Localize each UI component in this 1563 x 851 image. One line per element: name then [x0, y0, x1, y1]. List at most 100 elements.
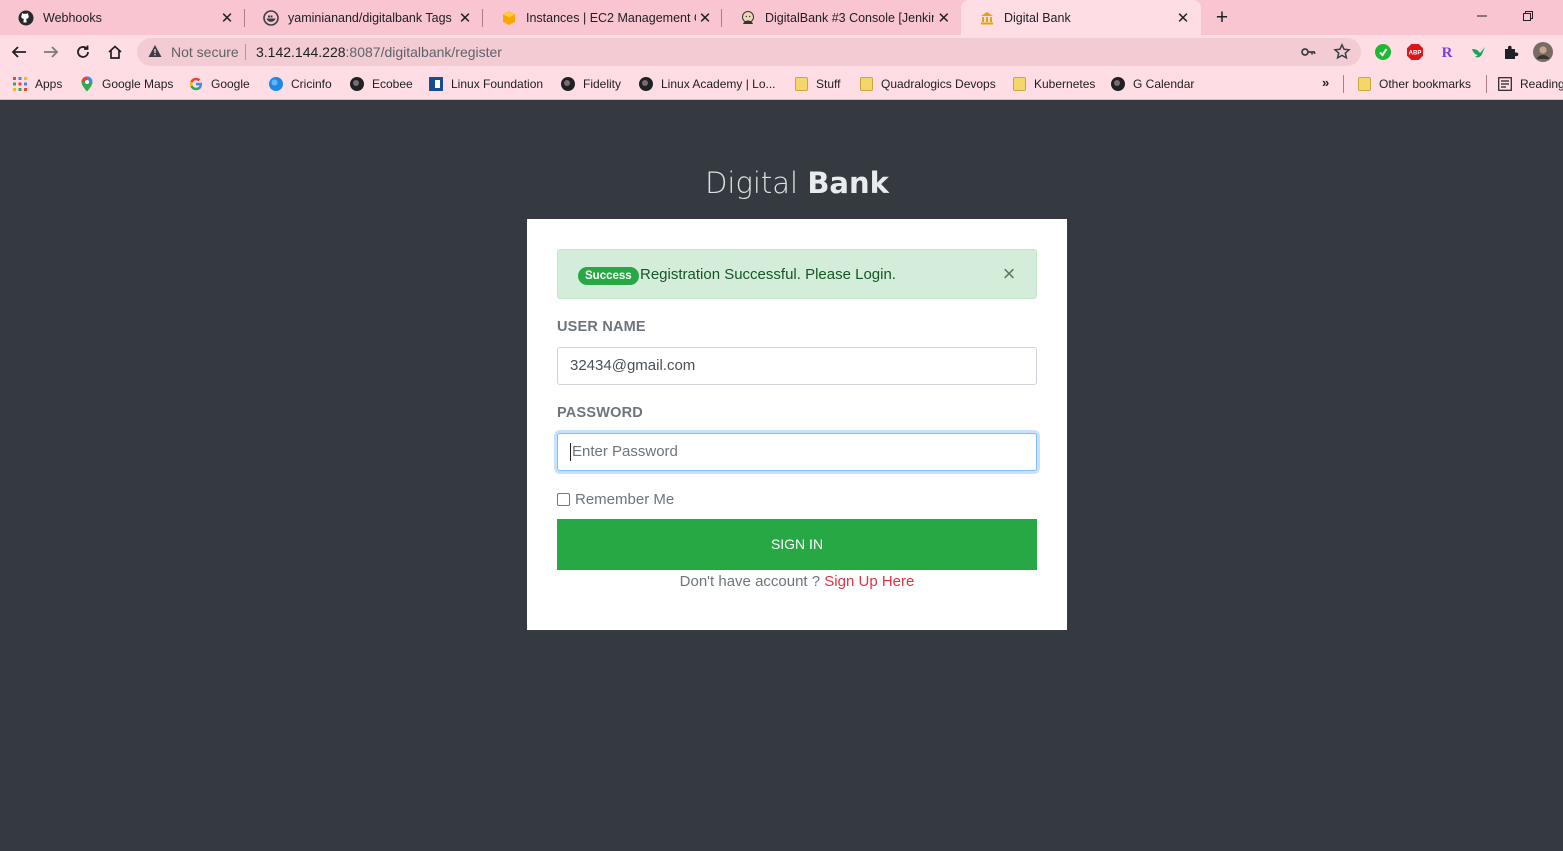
- password-label: PASSWORD: [557, 405, 643, 421]
- username-field[interactable]: 32434@gmail.com: [557, 347, 1037, 385]
- hummingbird-extension-icon[interactable]: [1470, 43, 1488, 61]
- sign-in-button[interactable]: SIGN IN: [557, 519, 1037, 570]
- alert-message: Registration Successful. Please Login.: [640, 266, 896, 283]
- page-title: Digital Bank: [527, 166, 1067, 200]
- password-placeholder: Enter Password: [572, 443, 678, 460]
- r-extension-icon[interactable]: R: [1438, 43, 1456, 61]
- bookmark-folder-kubernetes[interactable]: Kubernetes: [1011, 75, 1095, 93]
- bookmark-label: Ecobee: [372, 77, 413, 91]
- remember-me-label: Remember Me: [575, 491, 675, 508]
- google-icon: [188, 76, 204, 92]
- bookmark-label: Apps: [35, 77, 63, 91]
- alert-close-icon[interactable]: ×: [999, 263, 1019, 285]
- bookmark-g-calendar[interactable]: G Calendar: [1110, 75, 1194, 93]
- bookmark-label: Google Maps: [102, 77, 174, 91]
- svg-text:R: R: [1442, 45, 1453, 61]
- bookmark-label: Cricinfo: [291, 77, 332, 91]
- bookmark-google-maps[interactable]: Google Maps: [79, 75, 173, 93]
- key-icon[interactable]: [1300, 44, 1316, 65]
- url-host: 3.142.144.228: [256, 44, 346, 60]
- aws-icon: [501, 10, 517, 26]
- reading-list-button[interactable]: Reading: [1497, 75, 1563, 93]
- tab-jenkins-console[interactable]: DigitalBank #3 Console [Jenkins] ✕: [722, 0, 961, 35]
- close-tab-icon[interactable]: ✕: [934, 8, 953, 28]
- restore-icon[interactable]: [1505, 3, 1551, 29]
- tab-title: Digital Bank: [1004, 10, 1071, 25]
- tab-docker-tags[interactable]: yaminianand/digitalbank Tags ✕: [245, 0, 483, 35]
- forward-icon[interactable]: [38, 39, 64, 65]
- password-field[interactable]: Enter Password: [557, 433, 1037, 471]
- cricinfo-icon: [268, 76, 284, 92]
- bookmark-google[interactable]: Google: [188, 75, 250, 93]
- docker-hub-icon: [263, 9, 279, 26]
- minimize-icon[interactable]: [1459, 3, 1505, 29]
- bookmark-label: Reading: [1520, 77, 1563, 91]
- bookmarks-overflow-button[interactable]: »: [1322, 75, 1329, 90]
- linux-foundation-icon: [428, 76, 444, 92]
- bookmark-label: Quadralogics Devops: [881, 77, 996, 91]
- digital-bank-icon: [979, 10, 995, 26]
- bookmark-linux-foundation[interactable]: Linux Foundation: [428, 75, 543, 93]
- bookmark-star-icon[interactable]: [1333, 43, 1351, 66]
- folder-icon: [1356, 76, 1372, 92]
- bookmark-apps[interactable]: Apps: [12, 75, 62, 93]
- sign-up-link[interactable]: Sign Up Here: [824, 573, 914, 590]
- tab-strip: Webhooks ✕ yaminianand/digitalbank Tags …: [0, 0, 1563, 35]
- bookmark-label: Other bookmarks: [1379, 77, 1472, 91]
- bookmark-label: Linux Academy | Lo...: [661, 77, 776, 91]
- tab-webhooks[interactable]: Webhooks ✕: [0, 0, 245, 35]
- signup-prompt: Don't have account ?: [679, 573, 821, 590]
- bookmark-label: Linux Foundation: [451, 77, 544, 91]
- bookmark-cricinfo[interactable]: Cricinfo: [268, 75, 332, 93]
- warning-icon[interactable]: [148, 44, 162, 63]
- bookmark-folder-quadralogics[interactable]: Quadralogics Devops: [858, 75, 996, 93]
- close-tab-icon[interactable]: ✕: [217, 8, 237, 28]
- new-tab-button[interactable]: +: [1209, 5, 1235, 31]
- bookmark-fidelity[interactable]: Fidelity: [560, 75, 621, 93]
- globe-icon: [638, 76, 654, 92]
- reload-icon[interactable]: [70, 39, 96, 65]
- bookmark-label: Kubernetes: [1034, 77, 1096, 91]
- globe-icon: [349, 76, 365, 92]
- adblock-plus-icon[interactable]: ABP: [1406, 43, 1424, 61]
- bookmark-label: Stuff: [816, 77, 841, 91]
- extensions-puzzle-icon[interactable]: [1502, 43, 1520, 61]
- apps-grid-icon: [12, 76, 28, 92]
- security-label[interactable]: Not secure: [171, 44, 239, 60]
- home-icon[interactable]: [102, 39, 128, 65]
- folder-icon: [793, 76, 809, 92]
- tab-ec2-instances[interactable]: Instances | EC2 Management Con ✕: [483, 0, 722, 35]
- brand-light: Digital: [705, 166, 799, 200]
- bookmark-label: Google: [211, 77, 250, 91]
- bookmark-folder-stuff[interactable]: Stuff: [793, 75, 840, 93]
- url-path: :8087/digitalbank/register: [345, 44, 502, 60]
- tab-title: Instances | EC2 Management Con: [526, 10, 696, 25]
- address-bar[interactable]: Not secure 3.142.144.228:8087/digitalban…: [137, 38, 1361, 66]
- remember-me-checkbox[interactable]: [557, 493, 570, 506]
- close-tab-icon[interactable]: ✕: [1173, 8, 1193, 28]
- reading-list-icon: [1497, 76, 1513, 92]
- success-alert: Success Registration Successful. Please …: [557, 249, 1037, 299]
- tab-digital-bank[interactable]: Digital Bank ✕: [961, 0, 1201, 35]
- folder-icon: [858, 76, 874, 92]
- bookmark-linux-academy[interactable]: Linux Academy | Lo...: [638, 75, 776, 93]
- url-text[interactable]: 3.142.144.228:8087/digitalbank/register: [256, 44, 502, 60]
- globe-icon: [1110, 76, 1126, 92]
- remember-me[interactable]: Remember Me: [557, 491, 674, 508]
- green-extension-icon[interactable]: [1374, 43, 1392, 61]
- brand-bold: Bank: [807, 166, 889, 200]
- close-tab-icon[interactable]: ✕: [455, 8, 475, 28]
- bookmarks-bar: Apps Google Maps Google Cricinfo Ecobee …: [0, 68, 1563, 100]
- close-tab-icon[interactable]: ✕: [696, 8, 714, 28]
- bookmark-ecobee[interactable]: Ecobee: [349, 75, 413, 93]
- bookmark-label: Fidelity: [583, 77, 622, 91]
- profile-avatar[interactable]: [1533, 42, 1553, 62]
- bookmark-other-bookmarks[interactable]: Other bookmarks: [1356, 75, 1471, 93]
- google-maps-icon: [79, 76, 95, 92]
- globe-icon: [560, 76, 576, 92]
- username-label: USER NAME: [557, 319, 646, 335]
- username-value: 32434@gmail.com: [570, 357, 696, 374]
- folder-icon: [1011, 76, 1027, 92]
- back-icon[interactable]: [6, 39, 32, 65]
- signup-row: Don't have account ? Sign Up Here: [557, 573, 1037, 590]
